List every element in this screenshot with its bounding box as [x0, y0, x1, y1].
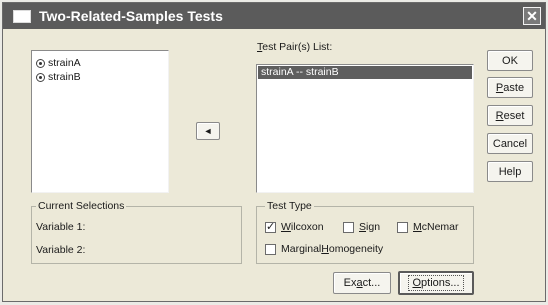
variable-item-label: strainB [48, 71, 81, 83]
options-label: ptions... [421, 277, 460, 289]
variable2-label: Variable 2: [36, 244, 86, 256]
checkbox-unchecked-icon[interactable] [265, 243, 276, 255]
checkbox-checked-icon[interactable] [265, 220, 276, 233]
paste-button-label: aste [503, 81, 525, 94]
reset-mnemonic: R [495, 109, 504, 122]
cancel-button[interactable]: Cancel [487, 133, 533, 154]
close-icon: ✕ [526, 8, 538, 24]
scale-variable-icon [36, 72, 45, 82]
sign-mnemonic: S [359, 221, 367, 233]
ok-button-label: OK [502, 54, 518, 67]
mcnemar-mnemonic: M [413, 221, 422, 233]
source-variable-list[interactable]: strainA strainB [31, 50, 169, 193]
options-focus-ring: Options... [408, 275, 464, 291]
sign-checkbox[interactable]: Sign [343, 221, 380, 233]
options-button[interactable]: Options... [398, 271, 474, 295]
wilcoxon-checkbox[interactable]: Wilcoxon [265, 220, 324, 233]
reset-button[interactable]: Reset [487, 105, 533, 126]
mcnemar-checkbox[interactable]: McNemar [397, 221, 459, 233]
reset-button-label: eset [503, 109, 525, 122]
exact-label: ct... [362, 277, 381, 289]
checkbox-unchecked-icon[interactable] [397, 221, 408, 233]
current-selections-legend: Current Selections [36, 200, 127, 212]
dialog-window: Two-Related-Samples Tests ✕ strainA stra… [2, 2, 546, 302]
marginal-mnemonic: H [321, 243, 329, 255]
variable1-label: Variable 1: [36, 221, 86, 233]
help-button[interactable]: Help [487, 161, 533, 182]
paste-mnemonic: P [495, 81, 504, 94]
ok-button[interactable]: OK [487, 50, 533, 71]
test-type-legend: Test Type [265, 200, 314, 212]
marginal-label: omogeneity [328, 243, 384, 255]
test-pairs-label-rest: est Pair(s) List: [262, 41, 333, 53]
exact-prefix: Ex [343, 277, 357, 289]
help-button-label: Help [498, 165, 522, 178]
test-pairs-label: Test Pair(s) List: [257, 41, 332, 53]
variable-item-label: strainA [48, 57, 81, 69]
test-pair-item[interactable]: strainA -- strainB [258, 66, 472, 79]
close-button[interactable]: ✕ [523, 7, 541, 25]
checkbox-unchecked-icon[interactable] [343, 221, 354, 233]
sign-label: ign [366, 221, 381, 233]
test-type-group: Test Type Wilcoxon Sign McNemar Marginal… [256, 200, 474, 264]
wilcoxon-label: ilcoxon [290, 221, 324, 233]
paste-button[interactable]: Paste [487, 77, 533, 98]
cancel-button-label: Cancel [492, 137, 528, 150]
arrow-left-icon: ◄ [203, 126, 213, 136]
current-selections-group: Current Selections Variable 1: Variable … [31, 200, 242, 264]
test-pairs-list[interactable]: strainA -- strainB [256, 64, 474, 193]
move-pair-button[interactable]: ◄ [196, 122, 220, 140]
variable-item-straina[interactable]: strainA [32, 56, 81, 70]
exact-button[interactable]: Ex a ct... [333, 272, 391, 294]
options-mnemonic: O [412, 277, 422, 289]
wilcoxon-mnemonic: W [281, 221, 291, 233]
scale-variable-icon [36, 58, 45, 68]
title-bar[interactable]: Two-Related-Samples Tests ✕ [3, 3, 545, 29]
marginal-prefix: Marginal [281, 243, 322, 255]
marginal-homogeneity-checkbox[interactable]: Marginal Homogeneity [265, 243, 383, 255]
variable-item-strainb[interactable]: strainB [32, 70, 81, 84]
window-title: Two-Related-Samples Tests [39, 8, 223, 24]
window-app-icon [13, 9, 31, 23]
mcnemar-label: cNemar [421, 221, 459, 233]
